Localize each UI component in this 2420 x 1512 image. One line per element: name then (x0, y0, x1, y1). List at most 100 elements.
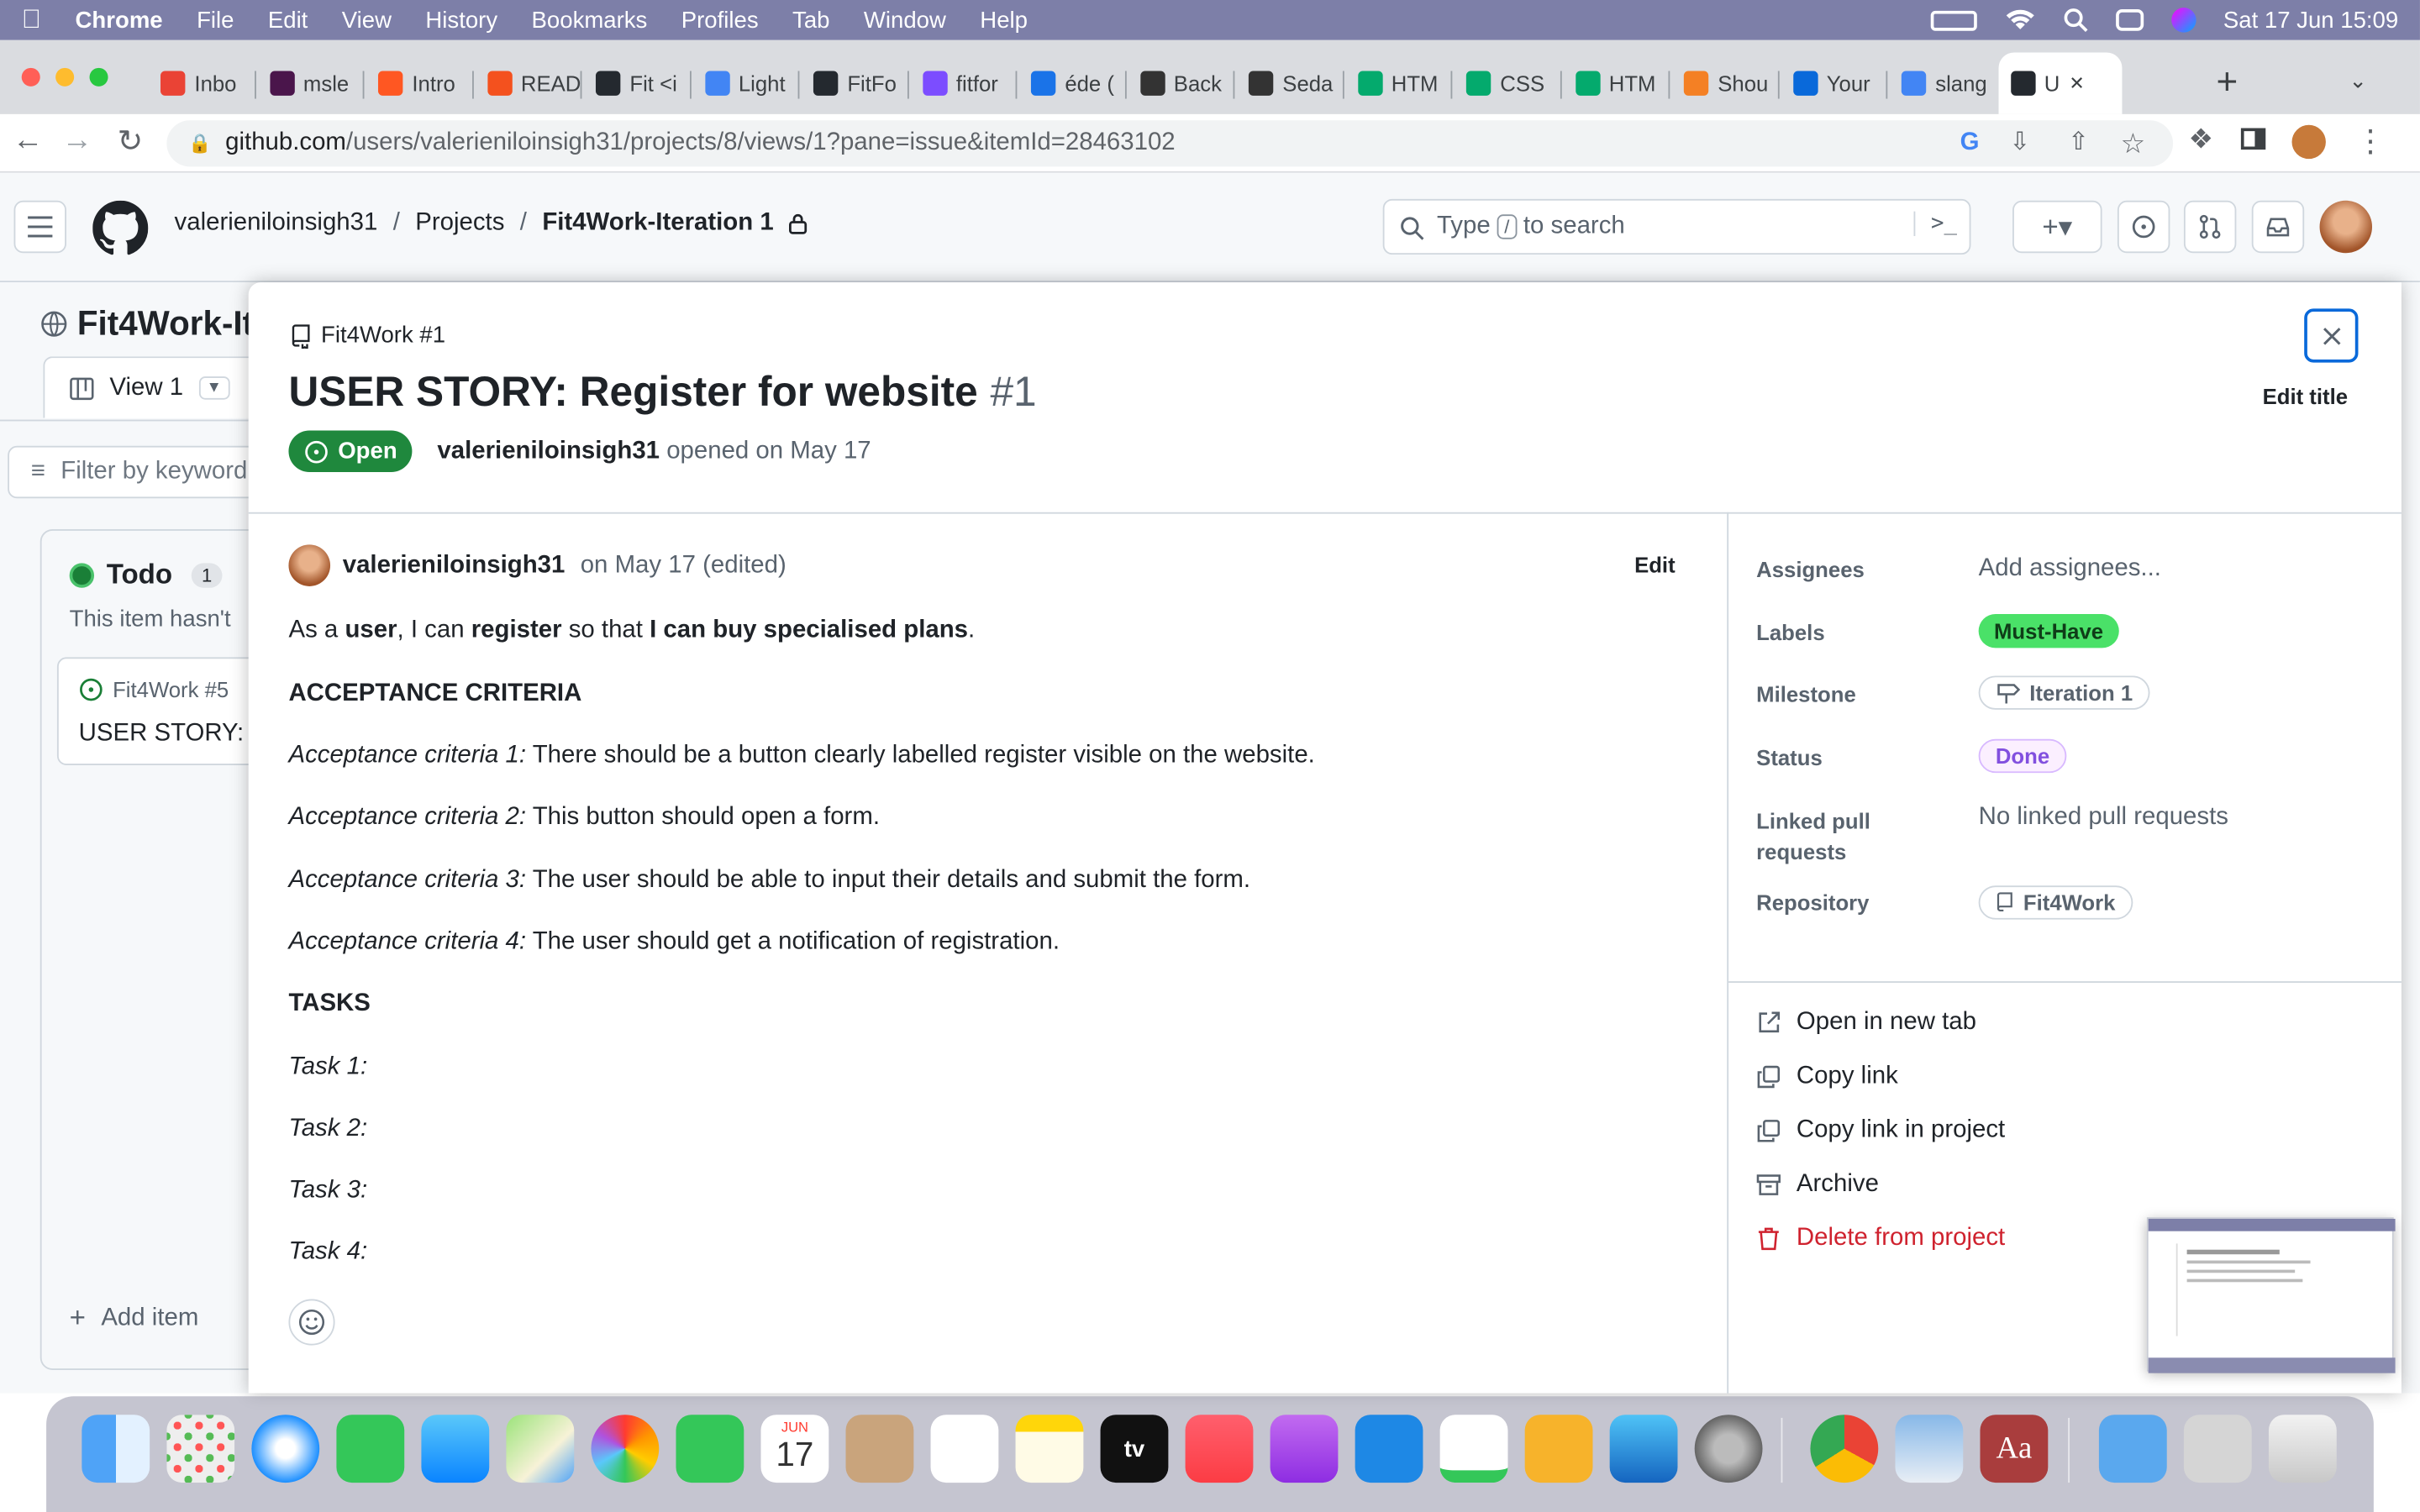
battery-icon[interactable] (1929, 9, 1977, 30)
calendar-icon[interactable]: JUN 17 (760, 1415, 829, 1483)
forward-icon[interactable]: → (61, 123, 92, 159)
browser-tab[interactable]: Intro (366, 52, 471, 113)
menu-help[interactable]: Help (980, 7, 1028, 33)
menu-file[interactable]: File (197, 7, 234, 33)
new-tab-button[interactable]: + (2217, 61, 2238, 104)
open-in-new-tab-action[interactable]: Open in new tab (1756, 1009, 1976, 1037)
milestone-pill[interactable]: Iteration 1 (1978, 675, 2150, 710)
menu-app-name[interactable]: Chrome (76, 7, 163, 33)
issues-button[interactable] (2117, 200, 2170, 254)
close-window-button[interactable] (21, 67, 40, 87)
reminders-icon[interactable] (930, 1415, 999, 1483)
google-icon[interactable]: G (1960, 120, 1980, 166)
menu-window[interactable]: Window (864, 7, 946, 33)
menu-bookmarks[interactable]: Bookmarks (532, 7, 648, 33)
screenshot-thumbnail[interactable] (2146, 1217, 2396, 1373)
issue-author[interactable]: valerieniloinsigh31 (437, 438, 660, 464)
view-options-chevron-icon[interactable]: ▼ (198, 376, 230, 400)
browser-tab[interactable]: U ✕ (1997, 52, 2122, 114)
add-assignees-button[interactable]: Add assignees... (1979, 555, 2161, 583)
share-icon[interactable]: ⇧ (2068, 120, 2089, 166)
browser-tab[interactable]: Shou (1671, 52, 1777, 113)
app-store-icon[interactable] (1609, 1415, 1678, 1483)
delete-from-project-action[interactable]: Delete from project (1756, 1225, 2005, 1252)
breadcrumb-projects[interactable]: Projects (415, 210, 504, 238)
inbox-button[interactable] (2251, 200, 2305, 254)
back-icon[interactable]: ← (13, 123, 44, 159)
browser-tab[interactable]: Back (1128, 52, 1234, 113)
contacts-icon[interactable] (845, 1415, 914, 1483)
spotlight-icon[interactable] (2063, 8, 2087, 33)
control-center-icon[interactable] (2115, 9, 2144, 31)
browser-tab[interactable]: READ (475, 52, 581, 113)
browser-tab[interactable]: slang (1889, 52, 1995, 113)
browser-tab[interactable]: HTM (1563, 52, 1669, 113)
notes-icon[interactable] (1015, 1415, 1084, 1483)
side-panel-icon[interactable] (2240, 128, 2266, 150)
downloads-stack-icon[interactable] (2183, 1415, 2252, 1483)
menu-history[interactable]: History (425, 7, 497, 33)
trash-icon[interactable] (2268, 1415, 2337, 1483)
launchpad-icon[interactable] (166, 1415, 235, 1483)
photos-icon[interactable] (591, 1415, 660, 1483)
tab-search-chevron-icon[interactable]: ⌄ (2349, 68, 2367, 94)
wifi-icon[interactable] (2004, 8, 2035, 32)
close-tab-icon[interactable]: ✕ (2069, 72, 2084, 94)
mail-icon[interactable] (421, 1415, 490, 1483)
command-palette-icon[interactable]: >_ (1913, 211, 1957, 237)
edit-comment-button[interactable]: Edit (1634, 553, 1676, 577)
view-tab[interactable]: View 1 ▼ (43, 356, 260, 418)
copy-link-action[interactable]: Copy link (1756, 1063, 1898, 1090)
pull-requests-button[interactable] (2183, 200, 2237, 254)
chrome-profile-avatar[interactable] (2291, 124, 2326, 160)
browser-tab[interactable]: Fit <i (583, 52, 689, 113)
messages-icon[interactable] (336, 1415, 405, 1483)
comment-date[interactable]: on May 17 (edited) (581, 552, 786, 580)
minimize-window-button[interactable] (55, 67, 75, 87)
create-new-button[interactable]: +▾ (2012, 200, 2102, 254)
copy-link-in-project-action[interactable]: Copy link in project (1756, 1117, 2005, 1145)
safari-icon[interactable] (251, 1415, 320, 1483)
label-must-have[interactable]: Must-Have (1978, 614, 2119, 648)
lock-icon[interactable]: 🔒 (188, 120, 211, 166)
close-panel-button[interactable] (2304, 308, 2359, 363)
browser-tab[interactable]: FitFo (801, 52, 907, 113)
browser-tab[interactable]: fitfor (910, 52, 1016, 113)
extensions-icon[interactable]: ❖ (2188, 123, 2213, 156)
dictionary-icon[interactable]: Aa (1980, 1415, 2049, 1483)
facetime-icon[interactable] (676, 1415, 744, 1483)
apple-tv-icon[interactable]: tv (1100, 1415, 1169, 1483)
browser-tab[interactable]: Light (692, 52, 798, 113)
add-reaction-button[interactable] (288, 1299, 335, 1346)
menu-edit[interactable]: Edit (268, 7, 308, 33)
repository-pill[interactable]: Fit4Work (1978, 885, 2133, 920)
archive-action[interactable]: Archive (1756, 1171, 1879, 1199)
menu-tab[interactable]: Tab (792, 7, 829, 33)
numbers-icon[interactable] (1439, 1415, 1508, 1483)
browser-tab[interactable]: éde ( (1018, 52, 1124, 113)
menubar-clock[interactable]: Sat 17 Jun 15:09 (2223, 7, 2398, 33)
add-item-button[interactable]: + Add item (70, 1302, 199, 1335)
zoom-window-button[interactable] (89, 67, 108, 87)
preview-icon[interactable] (1895, 1415, 1964, 1483)
status-pill[interactable]: Done (1978, 738, 2067, 774)
breadcrumb-project[interactable]: Fit4Work-Iteration 1 (542, 210, 773, 238)
music-icon[interactable] (1185, 1415, 1254, 1483)
pages-icon[interactable] (1524, 1415, 1593, 1483)
filter-input[interactable]: ≡ Filter by keyword (8, 445, 271, 499)
user-avatar[interactable] (2319, 200, 2373, 254)
card-title[interactable]: USER STORY: V (79, 721, 267, 748)
browser-tab[interactable]: Your (1781, 52, 1886, 113)
hamburger-menu-button[interactable] (13, 200, 66, 254)
browser-tab[interactable]: Seda (1236, 52, 1342, 113)
comment-author[interactable]: valerieniloinsigh31 (343, 552, 566, 580)
menu-view[interactable]: View (342, 7, 392, 33)
keynote-icon[interactable] (1355, 1415, 1423, 1483)
chrome-menu-icon[interactable]: ⋮ (2355, 122, 2386, 160)
comment-avatar[interactable] (288, 544, 331, 586)
apple-icon[interactable]:  (22, 5, 41, 36)
chrome-icon[interactable] (1810, 1415, 1879, 1483)
address-bar[interactable]: 🔒 github.com/users/valerieniloinsigh31/p… (166, 120, 2174, 167)
reload-icon[interactable]: ↻ (118, 122, 144, 160)
menu-profiles[interactable]: Profiles (681, 7, 759, 33)
